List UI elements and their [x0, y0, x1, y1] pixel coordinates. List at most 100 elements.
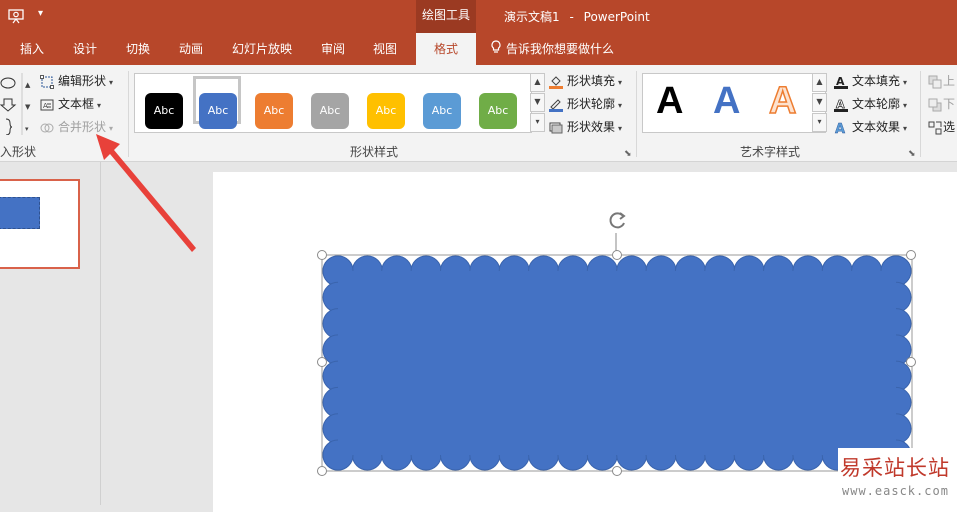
- gallery-scroll-down-button[interactable]: ▼: [530, 93, 545, 112]
- wordart-sample[interactable]: A: [768, 79, 797, 123]
- tell-me-box[interactable]: 告诉我你想要做什么: [490, 33, 614, 65]
- chevron-down-icon: ▾: [903, 78, 908, 87]
- wordart-sample[interactable]: A: [656, 80, 683, 123]
- text-fill-label: 文本填充: [852, 74, 901, 88]
- scalloped-rectangle-shape[interactable]: [315, 206, 920, 478]
- insert-shapes-group-label: 入形状: [0, 145, 37, 159]
- shape-style-preset[interactable]: Abc: [145, 93, 183, 129]
- send-backward-button[interactable]: 下: [928, 95, 955, 113]
- rotate-handle-icon[interactable]: [607, 210, 629, 232]
- presenter-icon[interactable]: [8, 8, 24, 24]
- gallery-scroll-up-button[interactable]: ▲: [530, 73, 545, 92]
- tab-transitions[interactable]: 切换: [126, 33, 150, 65]
- preset-label: Abc: [319, 104, 341, 117]
- chevron-down-icon: ▾: [97, 101, 102, 110]
- wordart-scroll-down-button[interactable]: ▼: [812, 93, 827, 112]
- annotation-arrow: [96, 134, 196, 252]
- tab-format[interactable]: 格式: [416, 33, 476, 65]
- preset-label: Abc: [375, 104, 397, 117]
- svg-text:A: A: [43, 102, 48, 110]
- svg-text:▾: ▾: [25, 125, 29, 133]
- resize-handle-top[interactable]: [612, 250, 622, 260]
- tab-animations[interactable]: 动画: [179, 33, 203, 65]
- gallery-more-button[interactable]: ▾: [530, 113, 545, 132]
- shape-style-preset[interactable]: Abc: [479, 93, 517, 129]
- wordart-styles-gallery: A A A: [642, 73, 826, 133]
- wordart-sample[interactable]: A: [713, 80, 740, 123]
- group-divider: [636, 71, 637, 157]
- text-box-button[interactable]: A 文本框 ▾: [40, 95, 101, 113]
- bring-forward-icon: [928, 75, 942, 89]
- resize-handle-bottom-left[interactable]: [317, 466, 327, 476]
- chevron-down-icon: ▾: [903, 124, 908, 133]
- chevron-down-icon: ▾: [618, 78, 623, 87]
- tab-view[interactable]: 视图: [373, 33, 397, 65]
- text-outline-label: 文本轮廓: [852, 97, 901, 111]
- text-effects-label: 文本效果: [852, 120, 901, 134]
- edit-shape-label: 编辑形状: [58, 74, 107, 88]
- send-backward-label: 下: [943, 97, 956, 111]
- slide-thumbnail[interactable]: [0, 179, 80, 269]
- shape-style-preset[interactable]: Abc: [311, 93, 349, 129]
- shape-outline-button[interactable]: 形状轮廓 ▾: [549, 95, 622, 113]
- tab-slideshow[interactable]: 幻灯片放映: [232, 33, 292, 65]
- svg-text:▲: ▲: [25, 81, 31, 89]
- pencil-outline-icon: [549, 98, 563, 112]
- edit-shape-icon: [40, 74, 54, 89]
- watermark-title: 易采站长站: [840, 456, 950, 480]
- text-fill-icon: A: [834, 75, 848, 89]
- shape-style-preset[interactable]: Abc: [255, 93, 293, 129]
- group-divider: [920, 71, 921, 157]
- shape-effects-label: 形状效果: [567, 120, 616, 134]
- text-outline-button[interactable]: A 文本轮廓 ▾: [834, 95, 907, 113]
- shape-outline-label: 形状轮廓: [567, 97, 616, 111]
- edit-shape-button[interactable]: 编辑形状 ▾: [40, 72, 113, 90]
- app-name: PowerPoint: [583, 10, 650, 24]
- shape-effects-button[interactable]: 形状效果 ▾: [549, 118, 622, 136]
- title-separator: -: [569, 10, 574, 24]
- text-box-icon: A: [40, 98, 54, 112]
- mini-shapes-gallery[interactable]: ▲ ▼ ▾: [0, 73, 34, 136]
- preset-label: Abc: [487, 104, 509, 117]
- shape-styles-gallery: Abc Abc Abc Abc Abc Abc Abc: [134, 73, 532, 133]
- resize-handle-left[interactable]: [317, 357, 327, 367]
- resize-handle-right[interactable]: [906, 357, 916, 367]
- tab-insert[interactable]: 插入: [20, 33, 44, 65]
- resize-handle-bottom[interactable]: [612, 466, 622, 476]
- tell-me-text: 告诉我你想要做什么: [506, 42, 615, 56]
- text-box-label: 文本框: [58, 97, 95, 111]
- shape-style-preset[interactable]: Abc: [367, 93, 405, 129]
- text-fill-button[interactable]: A 文本填充 ▾: [834, 72, 907, 90]
- resize-handle-top-left[interactable]: [317, 250, 327, 260]
- wordart-styles-group-label: 艺术字样式: [740, 145, 801, 159]
- preset-label: Abc: [431, 104, 453, 117]
- resize-handle-top-right[interactable]: [906, 250, 916, 260]
- title-bar: ▾ 绘图工具 演示文稿1 - PowerPoint: [0, 0, 957, 33]
- dialog-launcher-icon[interactable]: ⬊: [624, 149, 632, 159]
- text-effects-button[interactable]: A 文本效果 ▾: [834, 118, 908, 137]
- document-title: 演示文稿1 - PowerPoint: [504, 8, 650, 25]
- chevron-down-icon: ▾: [618, 101, 623, 110]
- dialog-launcher-icon[interactable]: ⬊: [908, 149, 916, 159]
- chevron-down-icon: ▾: [903, 101, 908, 110]
- shape-scallops: [321, 254, 913, 472]
- bring-forward-button[interactable]: 上: [928, 72, 955, 90]
- tab-design[interactable]: 设计: [73, 33, 97, 65]
- customize-quick-access-icon[interactable]: ▾: [38, 8, 43, 19]
- wordart-scroll-up-button[interactable]: ▲: [812, 73, 827, 92]
- shape-effects-icon: [549, 121, 563, 135]
- wordart-more-button[interactable]: ▾: [812, 113, 827, 132]
- svg-text:▼: ▼: [25, 103, 31, 111]
- watermark-url: www.easck.com: [842, 484, 949, 498]
- selection-pane-icon: [928, 121, 942, 135]
- text-effects-icon: A: [834, 121, 848, 136]
- shape-style-preset[interactable]: Abc: [199, 93, 237, 129]
- watermark: 易采站长站 www.easck.com: [838, 448, 957, 505]
- shape-fill-button[interactable]: 形状填充 ▾: [549, 72, 622, 90]
- tab-review[interactable]: 审阅: [321, 33, 345, 65]
- shape-style-preset[interactable]: Abc: [423, 93, 461, 129]
- preset-label: Abc: [207, 104, 229, 117]
- preset-label: Abc: [153, 104, 175, 117]
- chevron-down-icon: ▾: [618, 124, 623, 133]
- selection-pane-button[interactable]: 选: [928, 118, 955, 136]
